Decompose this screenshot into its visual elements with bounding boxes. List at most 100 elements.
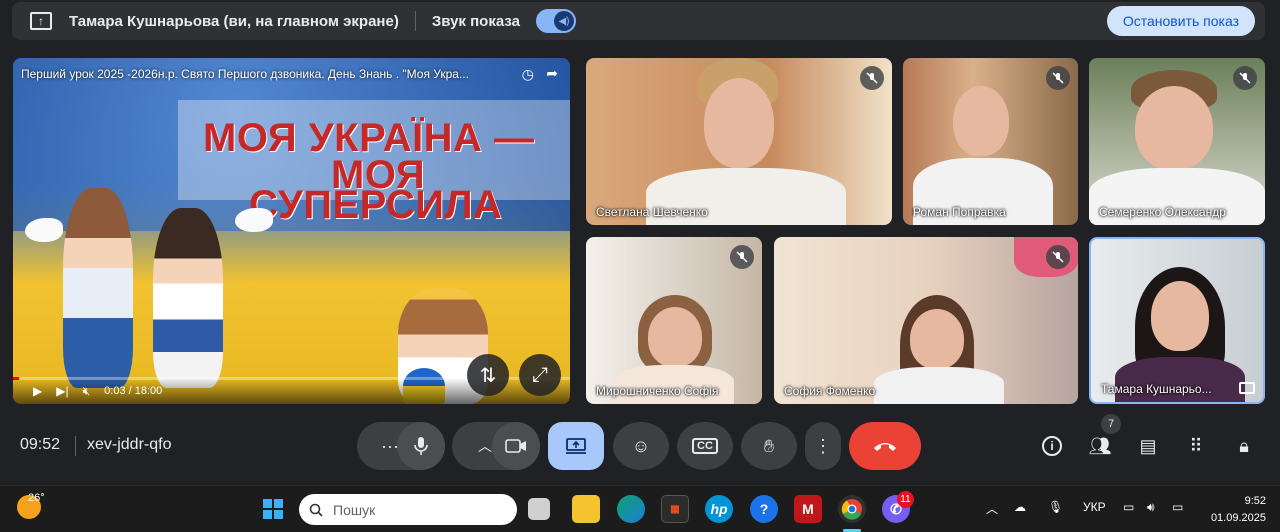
microphone-icon	[414, 437, 428, 455]
face	[953, 86, 1009, 156]
next-icon[interactable]: ▶|	[56, 384, 68, 398]
activities-button[interactable]: ⠿	[1180, 430, 1212, 462]
mic-control-group: ···	[357, 422, 445, 470]
info-icon: i	[1042, 436, 1062, 456]
muted-mic-icon	[1046, 66, 1070, 90]
participant-tile[interactable]: Светлана Шевченко	[586, 58, 892, 225]
windows-logo-icon	[263, 499, 283, 519]
participant-tile-self[interactable]: Тамара Кушнарьо...	[1089, 237, 1265, 404]
present-screen-button[interactable]	[548, 422, 604, 470]
viber-badge: 11	[897, 491, 914, 508]
raise-hand-button[interactable]: ✋︎	[741, 422, 797, 470]
microsoft-store-icon[interactable]: ▦	[661, 495, 689, 523]
microphone-button[interactable]	[397, 422, 445, 470]
participant-tile[interactable]: Мирошниченко Софія	[586, 237, 762, 404]
search-placeholder: Пошук	[333, 501, 376, 518]
stop-presenting-button[interactable]: Остановить показ	[1106, 6, 1255, 36]
face	[1151, 281, 1209, 351]
expand-icon[interactable]: ⤢	[519, 354, 561, 396]
participant-name: Мирошниченко Софія	[596, 384, 719, 398]
boy-illustration	[63, 188, 133, 388]
more-vert-icon: ⋮	[814, 435, 832, 456]
participant-name: Роман Поправка	[913, 205, 1006, 219]
shirt	[1115, 357, 1245, 402]
reactions-button[interactable]: ☺	[613, 422, 669, 470]
video-time: 0:03 / 18:00	[104, 385, 163, 397]
girl-illustration	[153, 208, 223, 388]
face	[1135, 86, 1213, 170]
meeting-time: 09:52	[20, 436, 61, 453]
clock-date: 01.09.2025	[1210, 512, 1266, 524]
picture-in-picture-icon[interactable]	[1239, 382, 1255, 394]
divider	[75, 436, 76, 456]
leave-call-button[interactable]	[849, 422, 921, 470]
muted-mic-icon	[1046, 245, 1070, 269]
windows-taskbar: 26° Пошук ▦ hp ? M ✆ 11 ︿ ☁ 🎙︎ УКР ▭ 🔊︎ …	[0, 485, 1280, 532]
chrome-icon[interactable]	[838, 495, 866, 523]
participant-tile[interactable]: София Фоменко	[774, 237, 1078, 404]
people-count-badge: 7	[1101, 414, 1121, 434]
onedrive-icon[interactable]: ☁	[1014, 500, 1026, 514]
presentation-tile[interactable]: МОЯ УКРАЇНА — МОЯ СУПЕРСИЛА Перший урок …	[13, 58, 570, 404]
mic-tray-icon[interactable]: 🎙︎	[1048, 500, 1063, 514]
participant-name: София Фоменко	[784, 384, 876, 398]
meet-window: ↑ Тамара Кушнарьова (ви, на главном экра…	[0, 0, 1280, 485]
people-button[interactable]: 👥︎	[1084, 430, 1116, 462]
lock-person-icon: 🔒︎	[1239, 435, 1249, 456]
battery-icon[interactable]: ▭	[1172, 500, 1183, 514]
mcafee-icon[interactable]: M	[794, 495, 822, 523]
hp-icon[interactable]: hp	[705, 495, 733, 523]
show-hidden-icons[interactable]: ︿	[986, 500, 998, 517]
participant-tile[interactable]: Роман Поправка	[903, 58, 1078, 225]
more-options-button[interactable]: ⋮	[805, 422, 841, 470]
video-title[interactable]: Перший урок 2025 -2026н.р. Свято Першого…	[21, 67, 511, 81]
chat-icon: ▤	[1139, 435, 1157, 456]
presentation-sound-toggle[interactable]: ◀)	[535, 9, 576, 33]
taskbar-search[interactable]: Пошук	[299, 494, 517, 525]
divider	[414, 11, 416, 31]
weather-temperature: 26°	[28, 492, 45, 504]
face	[704, 78, 774, 168]
captions-icon: CC	[692, 438, 718, 454]
start-button[interactable]	[259, 495, 287, 523]
muted-mic-icon	[860, 66, 884, 90]
watch-later-icon[interactable]: ◷	[522, 66, 534, 83]
dove-image	[235, 208, 273, 232]
swap-icon[interactable]: ⇅	[467, 354, 509, 396]
taskbar-clock[interactable]: 9:52 01.09.2025	[1211, 493, 1266, 527]
play-icon[interactable]: ▶	[33, 384, 42, 398]
call-controls: 09:52 xev-jddr-qfo ··· ︿ ☺ CC ✋︎ ⋮ i 👥︎ …	[0, 418, 1280, 474]
chat-button[interactable]: ▤	[1132, 430, 1164, 462]
shirt	[874, 367, 1004, 404]
meeting-code: xev-jddr-qfo	[87, 436, 172, 453]
meeting-details-button[interactable]: i	[1036, 430, 1068, 462]
present-screen-icon	[566, 438, 586, 454]
captions-button[interactable]: CC	[677, 422, 733, 470]
muted-mic-icon	[1233, 66, 1257, 90]
video-options-icon[interactable]: ︿	[478, 436, 492, 456]
mute-icon[interactable]: 🔇︎	[83, 384, 91, 399]
host-controls-button[interactable]: 🔒︎	[1228, 430, 1260, 462]
face	[648, 307, 702, 367]
task-view-icon[interactable]	[528, 498, 550, 520]
apps-grid-icon: ⠿	[1189, 435, 1203, 456]
presenting-bar: ↑ Тамара Кушнарьова (ви, на главном экра…	[12, 2, 1265, 40]
volume-icon[interactable]: 🔊︎	[1147, 500, 1155, 515]
poster-title-line3: СУПЕРСИЛА	[249, 183, 503, 227]
search-icon	[309, 503, 323, 517]
share-icon[interactable]: ➦	[546, 65, 558, 82]
file-explorer-icon[interactable]	[572, 495, 600, 523]
speaker-icon: ◀)	[553, 11, 574, 31]
muted-mic-icon	[730, 245, 754, 269]
camera-icon	[505, 439, 526, 453]
edge-icon[interactable]	[617, 495, 645, 523]
camera-button[interactable]	[492, 422, 540, 470]
language-indicator[interactable]: УКР	[1083, 500, 1106, 514]
participant-name: Светлана Шевченко	[596, 205, 708, 219]
camera-control-group: ︿	[452, 422, 540, 470]
participant-tile[interactable]: Семеренко Олександр	[1089, 58, 1265, 225]
participant-name: Тамара Кушнарьо...	[1101, 382, 1212, 396]
help-icon[interactable]: ?	[750, 495, 778, 523]
network-icon[interactable]: ▭	[1123, 500, 1134, 514]
end-call-icon	[874, 443, 896, 451]
